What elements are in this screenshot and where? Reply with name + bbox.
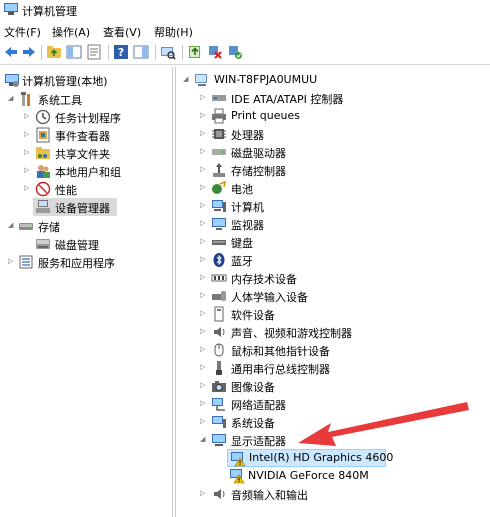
annotation-arrow (298, 402, 469, 446)
